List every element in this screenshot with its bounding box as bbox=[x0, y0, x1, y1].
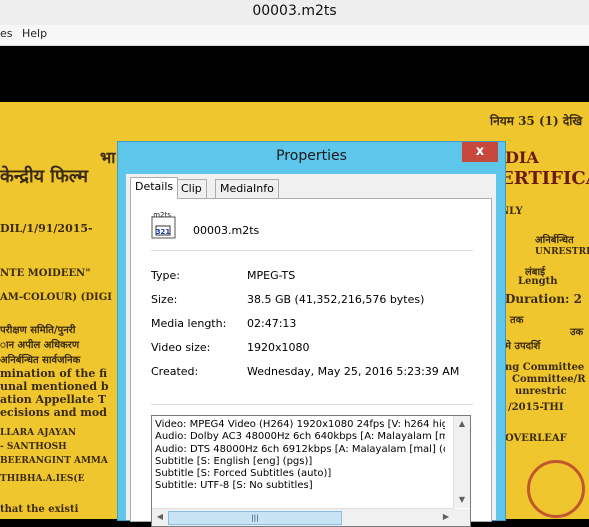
stream-line: Subtitle: UTF-8 [S: No subtitles] bbox=[155, 480, 313, 492]
bg-text: Duration: 2 bbox=[505, 292, 583, 306]
streams-textbox[interactable]: Video: MPEG4 Video (H264) 1920x1080 24fp… bbox=[151, 415, 471, 527]
window-title: 00003.m2ts bbox=[252, 3, 337, 19]
bg-text: नियम 35 (1) देखि bbox=[490, 114, 583, 128]
scroll-left-arrow-icon[interactable]: ◀ bbox=[152, 509, 168, 525]
file-type-icon: 321 .m2ts bbox=[151, 211, 176, 239]
icon-extension: .m2ts bbox=[151, 211, 171, 219]
stream-line: Audio: DTS 48000Hz 6ch 6912kbps [A: Mala… bbox=[155, 443, 445, 455]
bg-text: NTE MOIDEEN" bbox=[0, 268, 91, 279]
bg-text: ान अपील अधिकरण bbox=[0, 340, 80, 351]
scroll-right-arrow-icon[interactable]: ▶ bbox=[438, 509, 454, 525]
dialog-title: Properties bbox=[276, 148, 347, 164]
properties-dialog: Properties x Details Clip MediaInfo 321 … bbox=[117, 141, 506, 527]
bg-text: mination of the fi bbox=[0, 367, 108, 380]
label-type: Type: bbox=[151, 269, 180, 282]
scroll-corner bbox=[454, 509, 470, 526]
tab-details[interactable]: Details bbox=[130, 177, 179, 199]
bg-text: AM-COLOUR) (DIGI bbox=[0, 292, 112, 303]
bg-text: ng Committee bbox=[505, 362, 585, 373]
bg-text: Length bbox=[518, 276, 558, 287]
scroll-up-arrow-icon[interactable]: ▲ bbox=[454, 416, 470, 432]
bg-text: DIA bbox=[505, 148, 539, 167]
bg-text: तक bbox=[510, 315, 524, 326]
label-video-size: Video size: bbox=[151, 341, 211, 354]
scroll-down-arrow-icon[interactable]: ▼ bbox=[454, 492, 470, 508]
bg-text: परीक्षण समिति/पुनरी bbox=[0, 325, 76, 336]
label-media-length: Media length: bbox=[151, 317, 227, 330]
value-media-length: 02:47:13 bbox=[247, 317, 297, 330]
bg-text: भा bbox=[100, 148, 116, 167]
bg-text: /2015-THI bbox=[508, 402, 564, 413]
scroll-thumb[interactable]: ||| bbox=[168, 511, 342, 525]
bg-text: ERTIFICAT bbox=[500, 168, 589, 189]
menu-item-partial[interactable]: es bbox=[0, 27, 13, 40]
video-letterbox bbox=[0, 46, 589, 102]
bg-text: ation Appellate T bbox=[0, 393, 107, 406]
stream-line: Video: MPEG4 Video (H264) 1920x1080 24fp… bbox=[155, 419, 445, 430]
bg-text: unal mentioned b bbox=[0, 380, 109, 393]
bg-text: मे उपदर्शि bbox=[505, 341, 541, 352]
bg-text: THIBHA.A.IES(E bbox=[0, 474, 85, 484]
bg-text: OVERLEAF bbox=[505, 433, 567, 444]
bg-text: ecisions and mod bbox=[0, 406, 107, 419]
bg-text: unrestric bbox=[515, 386, 567, 397]
value-created: Wednesday, May 25, 2016 5:23:39 AM bbox=[247, 365, 460, 378]
stream-line: Audio: Dolby AC3 48000Hz 6ch 640kbps [A:… bbox=[155, 431, 445, 443]
horizontal-scrollbar[interactable]: ◀ ||| ▶ bbox=[152, 508, 454, 526]
streams-list: Video: MPEG4 Video (H264) 1920x1080 24fp… bbox=[155, 419, 445, 493]
bg-text: BEERANGINT AMMA bbox=[0, 456, 108, 466]
bg-text: केन्द्रीय फिल्म bbox=[0, 166, 89, 187]
value-size: 38.5 GB (41,352,216,576 bytes) bbox=[247, 293, 425, 306]
bg-text: LLARA AJAYAN bbox=[0, 428, 77, 438]
vertical-scrollbar[interactable]: ▲ ▼ bbox=[453, 416, 470, 508]
bg-text: उक bbox=[570, 327, 584, 338]
bg-text: DIL/1/91/2015- bbox=[0, 222, 93, 235]
label-size: Size: bbox=[151, 293, 178, 306]
icon-digits: 321 bbox=[156, 228, 171, 236]
label-created: Created: bbox=[151, 365, 199, 378]
bg-text: Committee/R bbox=[512, 374, 586, 385]
bg-text: UNRESTRI bbox=[535, 247, 589, 257]
file-name: 00003.m2ts bbox=[193, 224, 260, 237]
stream-line: Subtitle [S: English [eng] (pgs)] bbox=[155, 455, 313, 467]
value-video-size: 1920x1080 bbox=[247, 341, 310, 354]
bg-text: that the existi bbox=[0, 504, 79, 515]
stream-line: Subtitle [S: Forced Subtitles (auto)] bbox=[155, 468, 332, 480]
dialog-client-area: Details Clip MediaInfo 321 .m2ts 00003.m… bbox=[126, 174, 496, 527]
tab-mediainfo[interactable]: MediaInfo bbox=[215, 179, 279, 198]
bg-text: अनिर्बन्धित सार्वजनिक bbox=[0, 355, 81, 366]
close-button[interactable]: x bbox=[462, 142, 498, 162]
separator bbox=[151, 250, 473, 251]
separator bbox=[151, 404, 473, 405]
bg-text: अनिर्बन्धित bbox=[535, 235, 574, 246]
value-type: MPEG-TS bbox=[247, 269, 296, 282]
bg-text: - SANTHOSH bbox=[0, 442, 67, 452]
seal-stamp bbox=[527, 460, 585, 518]
menu-bar: es Help bbox=[0, 25, 589, 46]
tab-clip[interactable]: Clip bbox=[176, 179, 207, 198]
menu-item-help[interactable]: Help bbox=[22, 27, 47, 40]
player-title-bar: 00003.m2ts bbox=[0, 0, 589, 25]
details-panel: 321 .m2ts 00003.m2ts Type: MPEG-TS Size:… bbox=[130, 198, 492, 527]
